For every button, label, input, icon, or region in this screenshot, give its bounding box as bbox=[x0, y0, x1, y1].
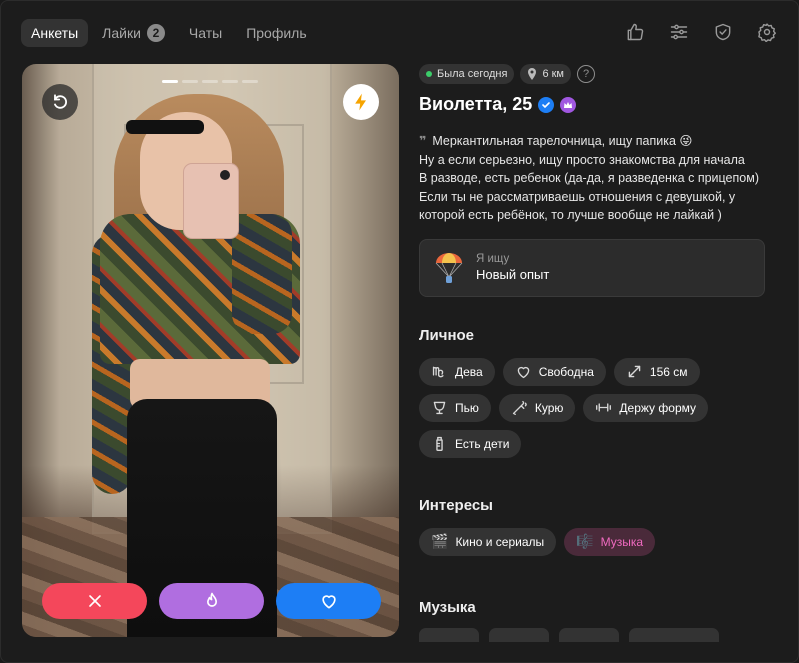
height-arrows-icon bbox=[628, 365, 641, 378]
virgo-icon bbox=[432, 366, 444, 378]
close-icon bbox=[88, 595, 101, 607]
tag-kids: Есть дети bbox=[419, 429, 522, 458]
tag-height: 156 см bbox=[613, 357, 700, 386]
music-item[interactable] bbox=[489, 627, 549, 642]
tag-movies: 🎬 Кино и сериалы bbox=[419, 527, 557, 556]
boost-button[interactable] bbox=[343, 84, 379, 120]
section-title-personal: Личное bbox=[419, 326, 475, 344]
app-window: Анкеты Лайки 2 Чаты Профиль Была сегодня… bbox=[0, 0, 799, 663]
bio-text: ❞ Меркантильная тарелочница, ищу папика 😜… bbox=[419, 134, 759, 222]
music-section: Музыка bbox=[419, 599, 779, 642]
tag-zodiac: Дева bbox=[419, 357, 495, 386]
looking-for-card: Я ищу Новый опыт bbox=[419, 238, 765, 297]
pagination-dot[interactable] bbox=[242, 80, 258, 83]
tab-label: Лайки bbox=[102, 25, 141, 41]
music-score-icon: 🎼 bbox=[576, 533, 594, 550]
tab-likes[interactable]: Лайки 2 bbox=[92, 19, 175, 47]
music-item[interactable] bbox=[629, 627, 719, 642]
tab-label: Профиль bbox=[246, 25, 307, 41]
tab-label: Анкеты bbox=[31, 25, 79, 41]
like-button[interactable] bbox=[276, 583, 381, 619]
section-title-music: Музыка bbox=[419, 598, 476, 616]
parachute-icon bbox=[435, 252, 463, 283]
filters-icon[interactable] bbox=[668, 21, 690, 43]
location-pin-icon bbox=[528, 68, 537, 80]
profile-details: Была сегодня 6 км ? Виолетта, 25 ❞ Меркан… bbox=[419, 64, 779, 642]
tab-label: Чаты bbox=[188, 25, 223, 41]
tab-chats[interactable]: Чаты bbox=[179, 19, 232, 47]
likes-count-badge: 2 bbox=[146, 24, 165, 42]
tag-fitness: Держу форму bbox=[583, 393, 708, 422]
profile-photo[interactable] bbox=[22, 64, 399, 637]
music-item[interactable] bbox=[559, 627, 619, 642]
clapperboard-icon: 🎬 bbox=[431, 533, 449, 550]
top-toolbar bbox=[624, 21, 778, 43]
tab-profiles[interactable]: Анкеты bbox=[21, 19, 89, 47]
personal-section: Личное Дева Свободна 156 см Пью Курю Дер… bbox=[419, 327, 779, 458]
interests-section: Интересы 🎬 Кино и сериалы 🎼 Музыка bbox=[419, 497, 779, 556]
dumbbell-icon bbox=[596, 403, 612, 412]
music-item[interactable] bbox=[419, 627, 479, 642]
lightning-icon bbox=[355, 93, 366, 111]
phone-in-photo bbox=[184, 164, 238, 238]
online-status-chip: Была сегодня bbox=[419, 64, 515, 84]
help-icon[interactable]: ? bbox=[577, 65, 595, 83]
photo-pagination bbox=[162, 80, 258, 83]
shield-check-icon[interactable] bbox=[712, 21, 734, 43]
name-row: Виолетта, 25 bbox=[419, 94, 779, 115]
tag-smoking: Курю bbox=[498, 393, 576, 422]
superlike-button[interactable] bbox=[159, 583, 264, 619]
crown-icon bbox=[560, 96, 577, 113]
looking-for-label: Я ищу bbox=[476, 253, 510, 265]
profile-name: Виолетта, 25 bbox=[419, 94, 533, 114]
settings-gear-icon[interactable] bbox=[756, 21, 778, 43]
undo-button[interactable] bbox=[42, 84, 78, 120]
glass-icon bbox=[433, 401, 446, 415]
verified-icon bbox=[538, 96, 555, 113]
personal-tags: Дева Свободна 156 см Пью Курю Держу форм… bbox=[419, 357, 769, 458]
looking-for-value: Новый опыт bbox=[476, 267, 550, 282]
undo-icon bbox=[54, 94, 68, 109]
tag-music: 🎼 Музыка bbox=[564, 527, 656, 556]
swipe-actions bbox=[42, 583, 381, 619]
online-dot-icon bbox=[426, 71, 432, 77]
interest-tags: 🎬 Кино и сериалы 🎼 Музыка bbox=[419, 527, 769, 556]
music-items bbox=[419, 627, 779, 642]
thumbs-up-icon[interactable] bbox=[624, 21, 646, 43]
top-nav: Анкеты Лайки 2 Чаты Профиль bbox=[21, 19, 317, 47]
flame-icon bbox=[206, 592, 217, 607]
pagination-dot[interactable] bbox=[202, 80, 218, 83]
pagination-dot[interactable] bbox=[222, 80, 238, 83]
section-title-interests: Интересы bbox=[419, 496, 493, 514]
distance-chip: 6 км bbox=[520, 64, 571, 84]
tag-relationship: Свободна bbox=[502, 357, 606, 386]
cigarette-icon bbox=[512, 400, 527, 415]
pagination-dot[interactable] bbox=[162, 80, 178, 83]
baby-bottle-icon bbox=[436, 436, 443, 451]
quote-icon: ❞ bbox=[419, 134, 427, 148]
status-row: Была сегодня 6 км ? bbox=[419, 64, 779, 84]
tag-drinking: Пью bbox=[419, 393, 491, 422]
heart-icon bbox=[321, 595, 336, 609]
tab-profile[interactable]: Профиль bbox=[236, 19, 316, 47]
heart-icon bbox=[517, 366, 529, 379]
dislike-button[interactable] bbox=[42, 583, 147, 619]
pagination-dot[interactable] bbox=[182, 80, 198, 83]
